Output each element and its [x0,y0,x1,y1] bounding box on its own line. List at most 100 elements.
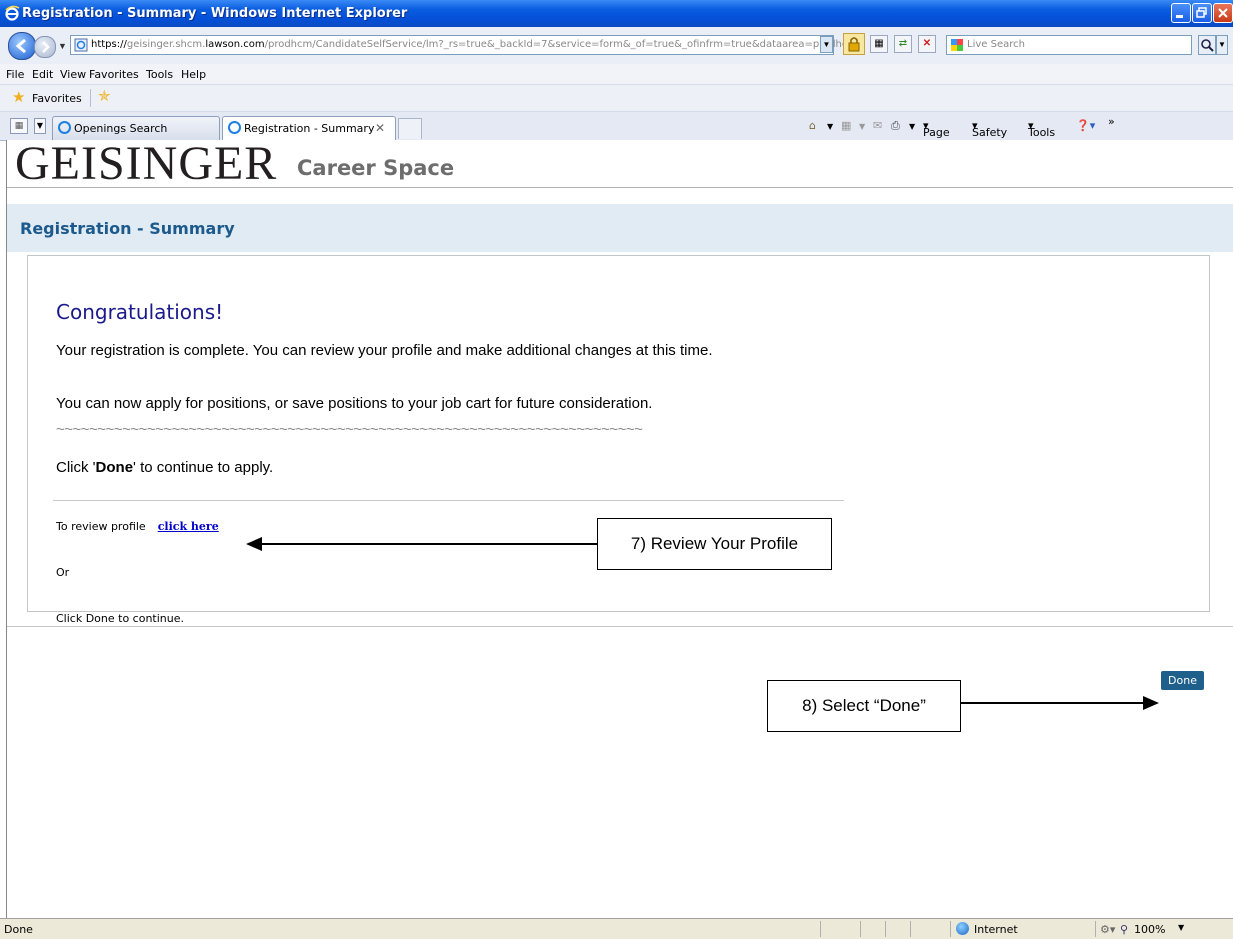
address-dropdown-button[interactable]: ▼ [820,36,833,53]
stop-icon: ✕ [922,38,932,49]
history-dropdown-icon[interactable]: ▼ [58,41,67,51]
minimize-icon [1176,15,1183,18]
menu-tools[interactable]: Tools [146,68,173,81]
registration-complete-text: Your registration is complete. You can r… [56,342,713,359]
internet-zone-icon [956,922,969,935]
menu-help[interactable]: Help [181,68,206,81]
refresh-button[interactable]: ⇄ [894,35,912,53]
url-protocol: https:// [91,39,127,50]
search-button[interactable] [1198,35,1216,55]
close-icon [1218,8,1228,18]
click-done-instruction: Click 'Done' to continue to apply. [56,459,273,476]
review-profile-label: To review profile [56,520,146,533]
help-icon[interactable]: ❓▾ [1076,119,1095,132]
feeds-icon[interactable]: ▦ [841,119,851,132]
tab-list-dropdown[interactable]: ▼ [34,118,46,134]
address-toolbar: ▼ https://geisinger.shcm.lawson.com/prod… [0,27,1233,65]
favorites-star-icon[interactable]: ★ [12,90,25,105]
review-profile-row: To review profile click here [56,520,219,533]
ie-page-icon [58,121,71,134]
read-mail-icon[interactable]: ✉ [873,119,882,132]
security-zone-text[interactable]: Internet [974,923,1018,936]
click-done-pre: Click ' [56,459,96,476]
tab-label: Registration - Summary [244,122,375,135]
quick-tabs-icon: ▦ [14,121,24,131]
favorites-bar: ★ Favorites ✯ [0,85,1233,112]
security-lock-button[interactable] [843,33,865,55]
new-tab-button[interactable] [398,118,422,139]
favorites-divider [90,89,91,107]
tab-label: Openings Search [74,122,168,135]
safety-menu[interactable]: Safety ▾ [972,119,1007,139]
address-url[interactable]: https://geisinger.shcm.lawson.com/prodhc… [91,39,857,50]
menu-bar: File Edit View Favorites Tools Help [0,64,1233,85]
window-title: Registration - Summary - Windows Interne… [22,6,408,21]
page-menu[interactable]: Page ▾ [923,119,950,139]
content-divider [7,626,1233,627]
search-icon [1201,39,1214,52]
safety-menu-label: Safety [972,126,1008,139]
congratulations-heading: Congratulations! [56,300,224,324]
page-icon [74,38,88,52]
menu-edit[interactable]: Edit [32,68,53,81]
or-text: Or [56,566,70,579]
lock-icon [848,37,860,52]
address-bar[interactable]: https://geisinger.shcm.lawson.com/prodhc… [70,35,857,55]
feeds-dropdown-icon[interactable]: ▼ [859,122,865,131]
stop-button[interactable]: ✕ [918,35,936,53]
home-dropdown-icon[interactable]: ▼ [827,122,833,131]
zoom-icon[interactable]: ⚲ [1120,923,1128,936]
chevron-overflow-icon[interactable]: » [1108,115,1115,128]
tools-menu[interactable]: Tools ▾ [1028,119,1055,139]
menu-file[interactable]: File [6,68,24,81]
print-dropdown-icon[interactable]: ▼ [909,122,915,131]
tilde-separator: ~~~~~~~~~~~~~~~~~~~~~~~~~~~~~~~~~~~~~~~~… [56,421,643,438]
status-divider [950,921,951,937]
window-title-bar[interactable]: Registration - Summary - Windows Interne… [0,0,1233,27]
page-header: Registration - Summary [7,204,1233,252]
close-tab-icon[interactable]: ✕ [375,121,385,135]
header-divider [7,187,1233,188]
close-window-button[interactable] [1213,3,1233,23]
search-placeholder: Live Search [967,39,1025,50]
favorites-button[interactable]: Favorites [32,92,82,105]
menu-favorites[interactable]: Favorites [89,68,139,81]
command-bar: ⌂ ▼ ▦ ▼ ✉ ⎙ ▼ Page ▾ Safety ▾ Tools ▾ ❓▾… [683,112,1233,140]
annotation-select-done: 8) Select “Done” [767,680,961,732]
protected-mode-icon[interactable]: ⚙▾ [1100,923,1115,936]
maximize-button[interactable] [1192,3,1212,23]
click-done-bold: Done [95,459,134,476]
back-arrow-icon [15,38,26,54]
url-domain: lawson.com [205,39,265,50]
annotation-arrow-review [246,537,598,551]
click-done-post: ' to continue to apply. [133,459,274,476]
refresh-icon: ⇄ [898,38,908,49]
forward-arrow-icon [42,41,50,53]
menu-view[interactable]: View [60,68,86,81]
search-input[interactable]: Live Search [946,35,1192,55]
done-button[interactable]: Done [1161,671,1204,690]
compatibility-view-button[interactable]: ▦ [870,35,888,53]
home-icon[interactable]: ⌂ [809,119,816,132]
quick-tabs-button[interactable]: ▦ [10,118,28,134]
minimize-button[interactable] [1171,3,1191,23]
zoom-dropdown-icon[interactable]: ▼ [1178,923,1184,932]
review-profile-link[interactable]: click here [158,520,219,533]
page-menu-label: Page [923,126,950,139]
forward-button[interactable] [34,36,56,58]
internet-explorer-icon [5,5,20,21]
url-path: /prodhcm/CandidateSelfService/lm?_rs=tru… [264,39,858,50]
panel-divider [53,500,844,501]
page-title: Registration - Summary [20,219,235,238]
status-divider [885,921,886,937]
back-button[interactable] [8,32,36,60]
live-search-icon [951,39,963,51]
search-options-dropdown[interactable]: ▼ [1216,35,1228,55]
zoom-level[interactable]: 100% [1134,923,1165,936]
print-icon[interactable]: ⎙ [891,119,900,133]
compatibility-icon: ▦ [874,38,884,49]
status-text: Done [4,923,33,936]
add-to-favorites-bar-icon[interactable]: ✯ [98,89,111,104]
status-divider [910,921,911,937]
status-divider [1095,921,1096,937]
